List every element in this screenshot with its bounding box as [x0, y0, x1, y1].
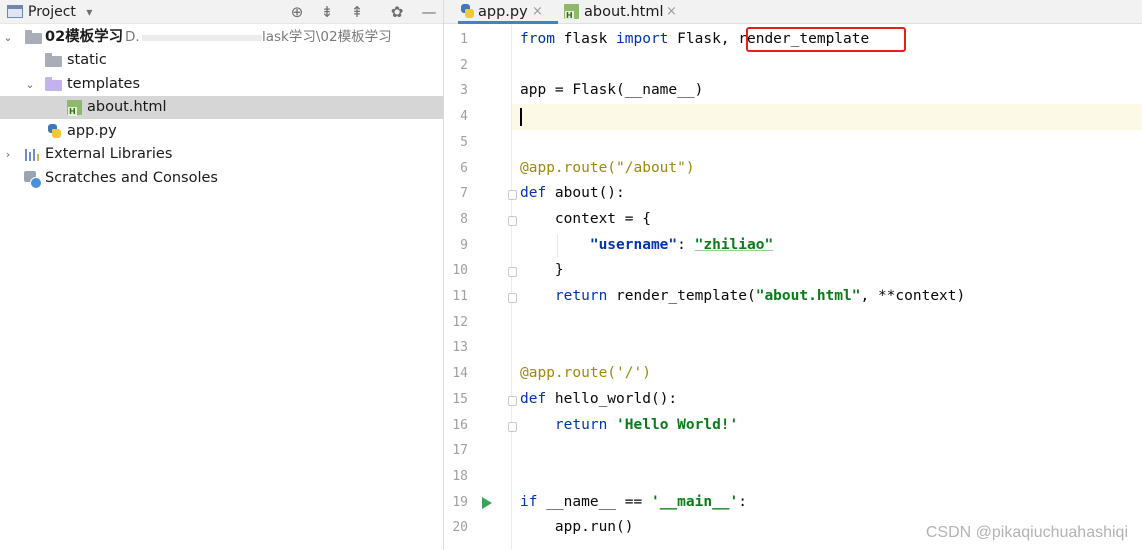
code-line-3: app = Flask(__name__): [520, 82, 704, 99]
tree-item-root[interactable]: ⌄ 02模板学习 D. lask学习\02模板学习: [0, 26, 443, 49]
code-line-19: if __name__ == '__main__':: [520, 493, 748, 510]
highlight-box: [746, 27, 906, 52]
expand-all-icon[interactable]: ⇟: [318, 0, 336, 24]
line-number: 17: [452, 443, 468, 459]
line-number: 2: [460, 57, 468, 73]
tab-app-py[interactable]: app.py ×: [458, 0, 558, 24]
html-file-icon: [67, 100, 82, 116]
text-caret: [520, 108, 522, 126]
run-icon[interactable]: [482, 497, 492, 509]
tree-item-app-py[interactable]: app.py: [0, 120, 443, 143]
line-number: 8: [460, 211, 468, 227]
close-icon[interactable]: ×: [532, 0, 543, 24]
code-line-9: "username": "zhiliao": [589, 236, 774, 253]
project-title: Project: [28, 4, 76, 20]
line-number: 13: [452, 340, 468, 356]
close-icon[interactable]: ×: [666, 0, 677, 24]
tree-item-templates[interactable]: ⌄ templates: [0, 73, 443, 96]
collapse-all-icon[interactable]: ⇞: [348, 0, 366, 24]
tree-item-label: static: [67, 52, 107, 68]
line-number: 14: [452, 366, 468, 382]
line-number: 12: [452, 314, 468, 330]
gear-icon[interactable]: ✿: [388, 0, 406, 24]
locate-icon[interactable]: ⊕: [288, 0, 306, 24]
tree-root-label: 02模板学习: [45, 29, 124, 45]
code-line-16: return 'Hello World!': [554, 416, 739, 433]
code-line-15: def hello_world():: [520, 390, 678, 407]
project-view-dropdown[interactable]: Project ▾: [28, 0, 92, 24]
scratches-icon: [24, 171, 42, 189]
tab-label: app.py: [478, 4, 528, 20]
tree-item-static[interactable]: static: [0, 49, 443, 72]
code-area[interactable]: from flask import Flask, render_template…: [512, 24, 1142, 550]
code-line-7: def about():: [520, 185, 625, 202]
redacted-path: [142, 35, 262, 41]
line-number: 3: [460, 83, 468, 99]
code-line-11: return render_template("about.html", **c…: [554, 288, 966, 304]
project-panel: Project ▾ ⊕ ⇟ ⇞ ✿ — ⌄ 02模板学习 D. lask学习\0…: [0, 0, 443, 550]
hide-icon[interactable]: —: [420, 0, 438, 24]
python-file-icon: [460, 4, 475, 19]
chevron-down-icon[interactable]: ⌄: [24, 73, 36, 96]
line-number: 6: [460, 160, 468, 176]
line-number: 9: [460, 237, 468, 253]
line-number: 11: [452, 289, 468, 304]
line-number-gutter[interactable]: 1 2 3 4 5 6 7 8 9 10 11 12 13 14 15 16 1…: [444, 24, 517, 550]
code-line-6: @app.route("/about"): [520, 159, 695, 176]
folder-icon: [25, 30, 42, 44]
tree-item-scratches[interactable]: Scratches and Consoles: [0, 167, 443, 190]
line-number: 20: [452, 520, 468, 536]
tree-root-path-prefix: D.: [125, 29, 140, 45]
tree-item-label: templates: [67, 76, 141, 92]
line-number: 15: [452, 391, 468, 407]
line-number: 19: [452, 494, 468, 510]
tree-root-path-suffix: lask学习\02模板学习: [262, 29, 392, 45]
tree-item-about-html[interactable]: about.html: [0, 96, 443, 119]
tree-item-label: External Libraries: [45, 146, 173, 162]
line-number: 18: [452, 468, 468, 484]
libraries-icon: [25, 149, 41, 161]
chevron-right-icon[interactable]: ›: [2, 143, 14, 166]
templates-folder-icon: [45, 77, 62, 91]
watermark: CSDN @pikaqiuchuahashiqi: [925, 524, 1128, 541]
line-number: 4: [460, 109, 468, 125]
code-line-8: context = {: [520, 210, 651, 227]
tree-item-label: Scratches and Consoles: [45, 170, 218, 186]
editor-tab-bar: app.py × about.html ×: [444, 0, 1142, 24]
code-editor: app.py × about.html × 1 2 3 4 5 6 7 8 9 …: [443, 0, 1142, 550]
line-number: 7: [460, 186, 468, 202]
code-line-4-current: [512, 104, 1142, 130]
line-number: 16: [452, 417, 468, 433]
line-number: 5: [460, 134, 468, 150]
project-view-icon: [7, 5, 23, 18]
tree-item-label: app.py: [67, 123, 117, 139]
project-toolbar: Project ▾ ⊕ ⇟ ⇞ ✿ —: [0, 0, 443, 24]
python-file-icon: [47, 124, 62, 139]
chevron-down-icon: ▾: [86, 5, 93, 19]
line-number: 10: [452, 263, 468, 279]
code-line-14: @app.route('/'): [520, 365, 651, 382]
tab-label: about.html: [584, 4, 664, 20]
html-file-icon: [564, 4, 579, 20]
folder-icon: [45, 53, 62, 67]
chevron-down-icon[interactable]: ⌄: [2, 26, 14, 49]
tree-item-external-libraries[interactable]: › External Libraries: [0, 143, 443, 166]
tab-about-html[interactable]: about.html ×: [562, 0, 682, 24]
line-number: 1: [460, 32, 468, 47]
tree-item-label: about.html: [87, 99, 167, 115]
code-line-10: }: [520, 262, 564, 279]
